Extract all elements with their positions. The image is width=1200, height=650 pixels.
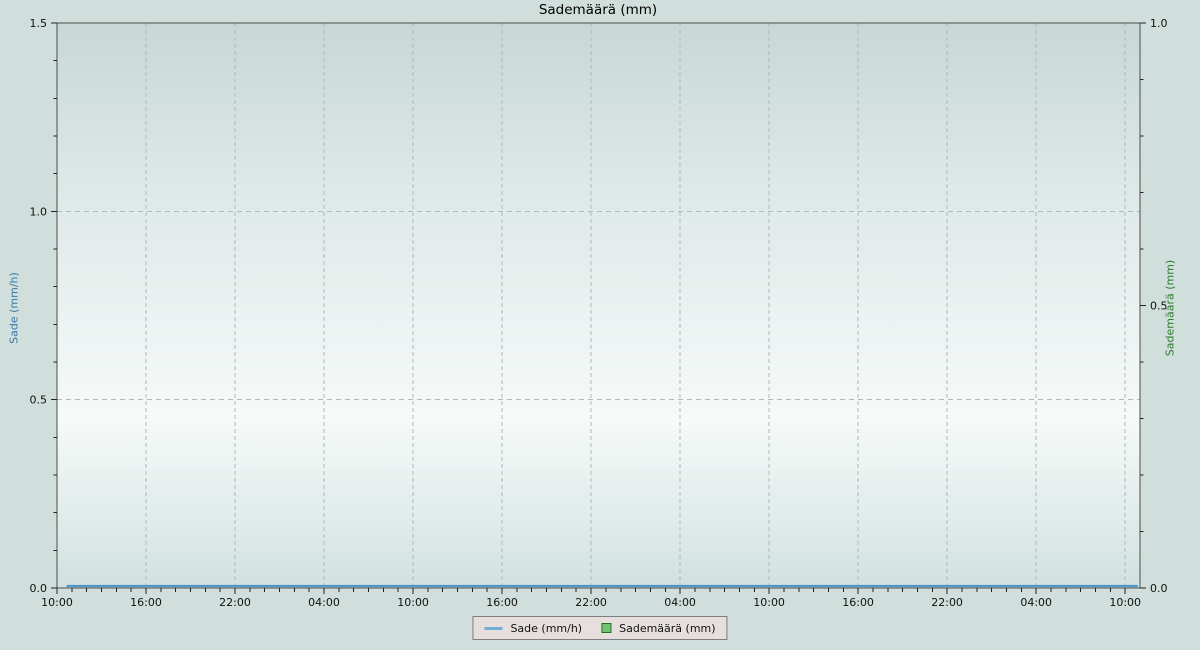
x-tick-label: 04:00	[308, 596, 340, 609]
x-tick-label: 10:00	[41, 596, 73, 609]
x-tick-label: 10:00	[753, 596, 785, 609]
legend-label-sade: Sade (mm/h)	[510, 622, 582, 635]
legend-square-marker-sademaara	[601, 623, 611, 633]
x-tick-label: 10:00	[397, 596, 429, 609]
x-tick-label: 16:00	[842, 596, 874, 609]
x-tick-label: 22:00	[219, 596, 251, 609]
y-left-tick-label: 1.5	[30, 17, 48, 30]
y-axis-right-title: Sademäärä (mm)	[1164, 260, 1177, 356]
y-right-tick-label: 0.0	[1150, 582, 1168, 595]
x-tick-label: 22:00	[931, 596, 963, 609]
y-axis-left-title: Sade (mm/h)	[8, 272, 21, 344]
y-left-tick-label: 1.0	[30, 205, 48, 218]
y-left-tick-label: 0.0	[30, 582, 48, 595]
precipitation-chart: 10:00 16:00 22:00 04:00 10:00 16:00 22:00 04:00…	[0, 0, 1200, 650]
plot-area: 10:00 16:00 22:00 04:00 10:00 16:00 22:00 04:00…	[0, 0, 1200, 650]
chart-title: Sademäärä (mm)	[539, 2, 657, 18]
y-right-tick-label: 1.0	[1150, 17, 1168, 30]
legend-label-sademaara: Sademäärä (mm)	[619, 622, 715, 635]
x-tick-label: 16:00	[130, 596, 162, 609]
legend-line-marker-sade	[484, 627, 502, 630]
plot-background	[57, 23, 1140, 588]
x-tick-label: 04:00	[1020, 596, 1052, 609]
x-tick-label: 16:00	[486, 596, 518, 609]
legend: Sade (mm/h) Sademäärä (mm)	[472, 616, 727, 640]
x-tick-label: 10:00	[1109, 596, 1141, 609]
x-tick-label: 22:00	[575, 596, 607, 609]
y-left-tick-label: 0.5	[30, 394, 48, 407]
x-tick-label: 04:00	[664, 596, 696, 609]
